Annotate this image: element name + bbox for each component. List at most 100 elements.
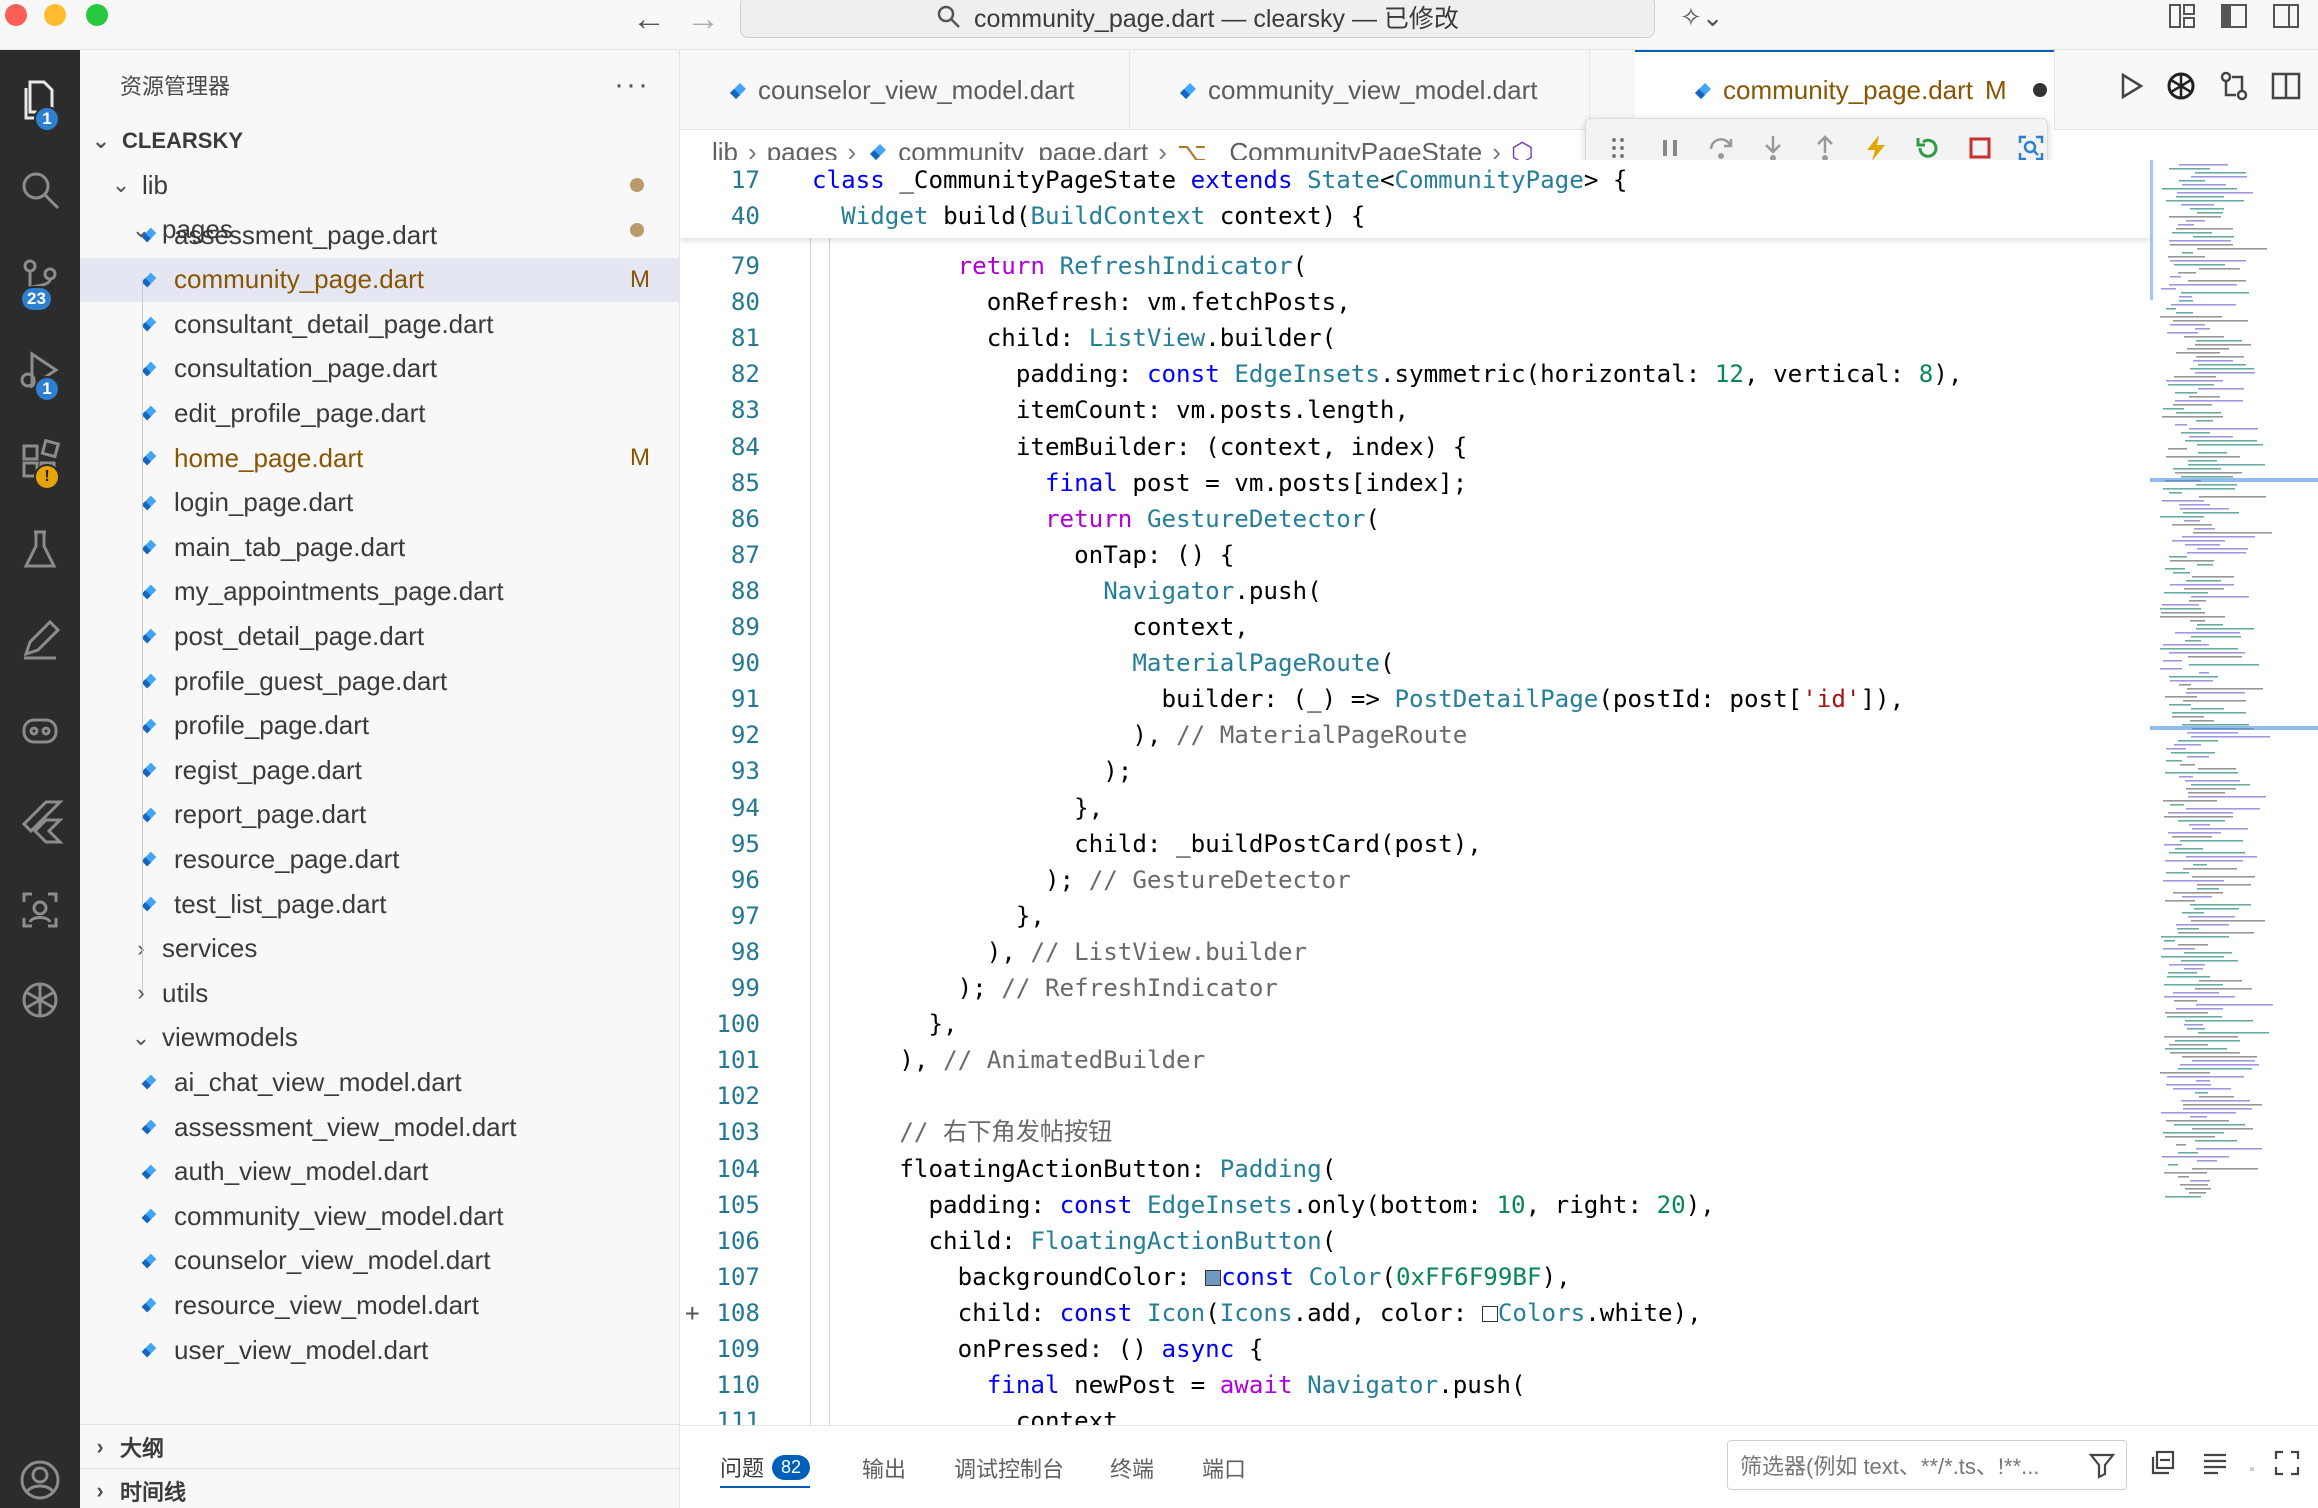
- file-consultant-detail-page-dart[interactable]: consultant_detail_page.dart: [80, 302, 680, 346]
- chatgpt-tab-icon[interactable]: [2165, 70, 2197, 107]
- code-line[interactable]: 93 );: [680, 753, 2150, 789]
- code-line[interactable]: 102: [680, 1078, 2150, 1114]
- maximize-panel-icon[interactable]: [2272, 1448, 2302, 1483]
- explorer-icon[interactable]: 1: [0, 60, 80, 140]
- tab-counselor-view-model[interactable]: counselor_view_model.dart: [680, 50, 1130, 130]
- code-line[interactable]: 87 onTap: () {: [680, 537, 2150, 573]
- file-assessment-page-dart[interactable]: assessment_page.dart: [80, 213, 680, 257]
- remote-explorer-icon[interactable]: [0, 870, 80, 950]
- code-editor[interactable]: 17 class _CommunityPageState extends Stat…: [680, 160, 2150, 1425]
- file-community-page-dart[interactable]: community_page.dart M: [80, 257, 680, 302]
- code-line[interactable]: 97 },: [680, 898, 2150, 934]
- problems-filter-input[interactable]: 筛选器(例如 text、**/*.ts、!**...: [1727, 1440, 2127, 1490]
- tab-problems[interactable]: 问题 82: [720, 1448, 811, 1488]
- layout-icon[interactable]: [2168, 2, 2196, 37]
- zoom-window-button[interactable]: [86, 4, 108, 26]
- testing-icon[interactable]: [0, 510, 80, 590]
- more-actions-icon[interactable]: ···: [614, 68, 650, 102]
- run-icon[interactable]: [2115, 70, 2147, 107]
- file-resource-view-model-dart[interactable]: resource_view_model.dart: [80, 1283, 680, 1327]
- minimap[interactable]: [2150, 160, 2318, 1425]
- sticky-line[interactable]: 17 class _CommunityPageState extends Stat…: [680, 162, 2150, 198]
- tab-debug-console[interactable]: 调试控制台: [954, 1448, 1064, 1488]
- toggle-sidebar-icon[interactable]: [2220, 2, 2248, 37]
- code-line[interactable]: 82 padding: const EdgeInsets.symmetric(h…: [680, 356, 2150, 392]
- compare-changes-icon[interactable]: [2218, 70, 2250, 107]
- forward-arrow-icon[interactable]: →: [686, 2, 720, 36]
- code-line[interactable]: 101 ), // AnimatedBuilder: [680, 1042, 2150, 1078]
- file-auth-view-model-dart[interactable]: auth_view_model.dart: [80, 1150, 680, 1194]
- file-ai-chat-view-model-dart[interactable]: ai_chat_view_model.dart: [80, 1060, 680, 1104]
- chatgpt-icon[interactable]: [0, 960, 80, 1040]
- code-line[interactable]: 89 context,: [680, 609, 2150, 645]
- tab-terminal[interactable]: 终端: [1110, 1448, 1154, 1488]
- code-line[interactable]: 86 return GestureDetector(: [680, 501, 2150, 537]
- filter-icon[interactable]: [2088, 1451, 2116, 1485]
- timeline-section[interactable]: › 时间线: [80, 1468, 680, 1508]
- toggle-panel-icon[interactable]: [2272, 2, 2300, 37]
- file-edit-profile-page-dart[interactable]: edit_profile_page.dart: [80, 391, 680, 435]
- code-line[interactable]: 103 // 右下角发帖按钮: [680, 1114, 2150, 1150]
- unsaved-dot-icon[interactable]: [2032, 83, 2047, 97]
- code-line[interactable]: 96 ); // GestureDetector: [680, 862, 2150, 898]
- code-line[interactable]: 109 onPressed: () async {: [680, 1331, 2150, 1367]
- code-line[interactable]: 110 final newPost = await Navigator.push…: [680, 1367, 2150, 1403]
- copilot-icon[interactable]: ✧⌄: [1680, 2, 1724, 33]
- code-line[interactable]: 100 },: [680, 1006, 2150, 1042]
- file-login-page-dart[interactable]: login_page.dart: [80, 481, 680, 525]
- code-line[interactable]: 105 padding: const EdgeInsets.only(botto…: [680, 1187, 2150, 1223]
- tab-output[interactable]: 输出: [862, 1448, 906, 1488]
- collapse-all-icon[interactable]: [2148, 1448, 2178, 1483]
- code-line[interactable]: 94 },: [680, 790, 2150, 826]
- source-control-icon[interactable]: 23: [0, 240, 80, 320]
- file-test-list-page-dart[interactable]: test_list_page.dart: [80, 882, 680, 926]
- view-as-list-icon[interactable]: [2200, 1448, 2230, 1483]
- code-line[interactable]: 99 ); // RefreshIndicator: [680, 970, 2150, 1006]
- flutter-icon[interactable]: [0, 780, 80, 860]
- edit-pen-icon[interactable]: [0, 600, 80, 680]
- code-line[interactable]: 79 return RefreshIndicator(: [680, 248, 2150, 284]
- file-post-detail-page-dart[interactable]: post_detail_page.dart: [80, 614, 680, 658]
- split-editor-icon[interactable]: [2270, 70, 2302, 107]
- file-user-view-model-dart[interactable]: user_view_model.dart: [80, 1328, 680, 1372]
- outline-section[interactable]: › 大纲: [80, 1424, 680, 1468]
- code-line[interactable]: 106 child: FloatingActionButton(: [680, 1223, 2150, 1259]
- code-line[interactable]: 88 Navigator.push(: [680, 573, 2150, 609]
- folder-utils[interactable]: › utils: [80, 971, 680, 1015]
- file-my-appointments-page-dart[interactable]: my_appointments_page.dart: [80, 570, 680, 614]
- code-line[interactable]: 84 itemBuilder: (context, index) {: [680, 429, 2150, 465]
- search-icon[interactable]: [0, 150, 80, 230]
- back-arrow-icon[interactable]: ←: [632, 2, 666, 36]
- code-line[interactable]: 107 backgroundColor: const Color(0xFF6F9…: [680, 1259, 2150, 1295]
- folder-services[interactable]: › services: [80, 927, 680, 971]
- file-community-view-model-dart[interactable]: community_view_model.dart: [80, 1194, 680, 1238]
- minimize-window-button[interactable]: [44, 4, 66, 26]
- code-line[interactable]: 80 onRefresh: vm.fetchPosts,: [680, 284, 2150, 320]
- code-line[interactable]: 95 child: _buildPostCard(post),: [680, 826, 2150, 862]
- code-line[interactable]: 90 MaterialPageRoute(: [680, 645, 2150, 681]
- code-line[interactable]: 104 floatingActionButton: Padding(: [680, 1151, 2150, 1187]
- code-line[interactable]: 98 ), // ListView.builder: [680, 934, 2150, 970]
- folder-lib[interactable]: ⌄ lib: [80, 163, 680, 207]
- file-assessment-view-model-dart[interactable]: assessment_view_model.dart: [80, 1105, 680, 1149]
- code-line[interactable]: 91 builder: (_) => PostDetailPage(postId…: [680, 681, 2150, 717]
- file-home-page-dart[interactable]: home_page.dart M: [80, 436, 680, 480]
- file-regist-page-dart[interactable]: regist_page.dart: [80, 748, 680, 792]
- file-counselor-view-model-dart[interactable]: counselor_view_model.dart: [80, 1239, 680, 1283]
- copilot-chat-icon[interactable]: [0, 690, 80, 770]
- file-resource-page-dart[interactable]: resource_page.dart: [80, 837, 680, 881]
- file-profile-guest-page-dart[interactable]: profile_guest_page.dart: [80, 659, 680, 703]
- folder-viewmodels[interactable]: ⌄ viewmodels: [80, 1016, 680, 1060]
- code-line[interactable]: 85 final post = vm.posts[index];: [680, 465, 2150, 501]
- tab-ports[interactable]: 端口: [1202, 1448, 1246, 1488]
- file-main-tab-page-dart[interactable]: main_tab_page.dart: [80, 525, 680, 569]
- code-line[interactable]: 92 ), // MaterialPageRoute: [680, 717, 2150, 753]
- sticky-line[interactable]: 40 Widget build(BuildContext context) {: [680, 198, 2150, 234]
- accounts-icon[interactable]: [0, 1440, 80, 1508]
- file-report-page-dart[interactable]: report_page.dart: [80, 793, 680, 837]
- file-profile-page-dart[interactable]: profile_page.dart: [80, 704, 680, 748]
- code-line[interactable]: 83 itemCount: vm.posts.length,: [680, 392, 2150, 428]
- extensions-icon[interactable]: !: [0, 420, 80, 500]
- file-consultation-page-dart[interactable]: consultation_page.dart: [80, 347, 680, 391]
- code-line[interactable]: 111 context,: [680, 1403, 2150, 1425]
